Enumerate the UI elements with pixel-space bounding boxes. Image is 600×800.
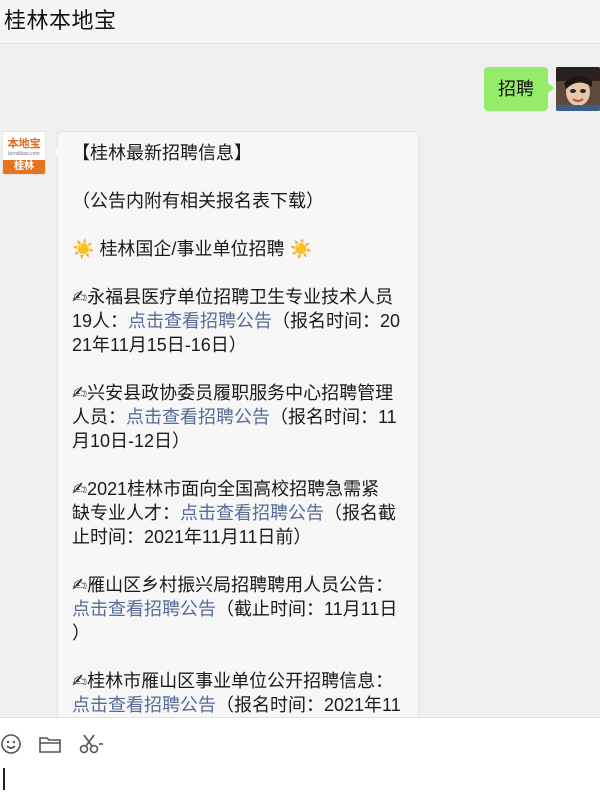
job-item-text: （报名时间：20 bbox=[272, 311, 401, 331]
user-avatar-image bbox=[556, 67, 600, 111]
message-note: （公告内附有相关报名表下载） bbox=[72, 191, 324, 211]
avatar-url-text: bendibao.com bbox=[8, 151, 40, 157]
incoming-bubble: 【桂林最新招聘信息】 （公告内附有相关报名表下载） ☀️ 桂林国企/事业单位招聘… bbox=[51, 131, 419, 717]
announcement-link[interactable]: 点击查看招聘公告 bbox=[72, 599, 216, 619]
job-item-text: ✍雁山区乡村振兴局招聘聘用人员公告： bbox=[72, 575, 394, 595]
announcement-link[interactable]: 点击查看招聘公告 bbox=[72, 695, 216, 715]
avatar-logo-text: 本地宝 bbox=[7, 138, 41, 150]
job-item-text: 月10日-12日） bbox=[72, 431, 191, 451]
message-header: 【桂林最新招聘信息】 bbox=[72, 143, 252, 163]
job-item-line: ✍桂林市雁山区事业单位公开招聘信息： bbox=[72, 669, 410, 693]
job-item-text: ✍2021桂林市面向全国高校招聘急需紧 bbox=[72, 479, 380, 499]
job-item-text: （报名时间：2021年11 bbox=[216, 695, 401, 715]
section-title-line: ☀️ 桂林国企/事业单位招聘 ☀️ bbox=[72, 237, 410, 261]
announcement-link[interactable]: 点击查看招聘公告 bbox=[180, 503, 324, 523]
job-item-text: 21年11月15日-16日） bbox=[72, 335, 247, 355]
job-item-line: 缺专业人才：点击查看招聘公告（报名截 bbox=[72, 501, 410, 525]
chat-area[interactable]: 招聘 本地宝 bendibao.com 桂林 【桂林最新招聘信息】 （公告内附有… bbox=[0, 45, 600, 717]
announcement-link[interactable]: 点击查看招聘公告 bbox=[126, 407, 270, 427]
job-item-text: （截止时间：11月11日 bbox=[216, 599, 398, 619]
job-item-text: ✍永福县医疗单位招聘卫生专业技术人员 bbox=[72, 287, 394, 307]
text-cursor[interactable] bbox=[3, 768, 5, 790]
sun-icon: ☀️ bbox=[72, 239, 95, 259]
job-item-text: （报名截 bbox=[324, 503, 396, 523]
official-account-avatar[interactable]: 本地宝 bendibao.com 桂林 bbox=[2, 131, 46, 175]
avatar-logo-area: 本地宝 bendibao.com bbox=[3, 132, 45, 160]
chat-title: 桂林本地宝 bbox=[4, 8, 117, 33]
job-item-line: 21年11月15日-16日） bbox=[72, 333, 410, 357]
job-item-line: 人员：点击查看招聘公告（报名时间：11 bbox=[72, 405, 410, 429]
job-item-line: ✍2021桂林市面向全国高校招聘急需紧 bbox=[72, 477, 410, 501]
job-item: ✍雁山区乡村振兴局招聘聘用人员公告： 点击查看招聘公告（截止时间：11月11日） bbox=[72, 573, 410, 645]
job-item: ✍永福县医疗单位招聘卫生专业技术人员 19人：点击查看招聘公告（报名时间：20 21… bbox=[72, 285, 410, 357]
job-item-line: 19人：点击查看招聘公告（报名时间：20 bbox=[72, 309, 410, 333]
job-item-line: ✍雁山区乡村振兴局招聘聘用人员公告： bbox=[72, 573, 410, 597]
job-item: ✍兴安县政协委员履职服务中心招聘管理 人员：点击查看招聘公告（报名时间：11 月10… bbox=[72, 381, 410, 453]
job-item-line: ✍兴安县政协委员履职服务中心招聘管理 bbox=[72, 381, 410, 405]
announcement-link[interactable]: 点击查看招聘公告 bbox=[128, 311, 272, 331]
job-item-line: 月10日-12日） bbox=[72, 429, 410, 453]
outgoing-bubble[interactable]: 招聘 bbox=[484, 67, 554, 111]
job-item-line: 点击查看招聘公告（截止时间：11月11日 bbox=[72, 597, 410, 621]
job-item-text: ） bbox=[72, 623, 90, 643]
job-item-text: 人员： bbox=[72, 407, 126, 427]
job-item-line: 止时间：2021年11月11日前） bbox=[72, 525, 410, 549]
input-bar bbox=[0, 717, 600, 800]
job-item-text: ✍兴安县政协委员履职服务中心招聘管理 bbox=[72, 383, 394, 403]
job-item: ✍桂林市雁山区事业单位公开招聘信息： 点击查看招聘公告（报名时间：2021年11 bbox=[72, 669, 410, 717]
job-item-text: 止时间：2021年11月11日前） bbox=[72, 527, 312, 547]
job-item-text: （报名时间：11 bbox=[270, 407, 397, 427]
title-bar: 桂林本地宝 bbox=[0, 0, 600, 44]
avatar-city-text: 桂林 bbox=[3, 160, 45, 174]
scissors-icon[interactable] bbox=[78, 732, 106, 756]
section-title: 桂林国企/事业单位招聘 bbox=[99, 239, 285, 259]
user-avatar[interactable] bbox=[556, 67, 600, 111]
job-list: ✍永福县医疗单位招聘卫生专业技术人员 19人：点击查看招聘公告（报名时间：20 21… bbox=[72, 261, 410, 717]
job-item-line: ✍永福县医疗单位招聘卫生专业技术人员 bbox=[72, 285, 410, 309]
job-item-text: ✍桂林市雁山区事业单位公开招聘信息： bbox=[72, 671, 394, 691]
smiley-icon[interactable] bbox=[0, 732, 24, 756]
job-item-text: 缺专业人才： bbox=[72, 503, 180, 523]
folder-icon[interactable] bbox=[38, 732, 62, 756]
job-item-line: 点击查看招聘公告（报名时间：2021年11 bbox=[72, 693, 410, 717]
outgoing-message: 招聘 bbox=[430, 67, 600, 113]
job-item: ✍2021桂林市面向全国高校招聘急需紧 缺专业人才：点击查看招聘公告（报名截 止时间… bbox=[72, 477, 410, 549]
sun-icon: ☀️ bbox=[289, 239, 312, 259]
job-item-text: 19人： bbox=[72, 311, 129, 331]
job-item-line: ） bbox=[72, 621, 410, 645]
